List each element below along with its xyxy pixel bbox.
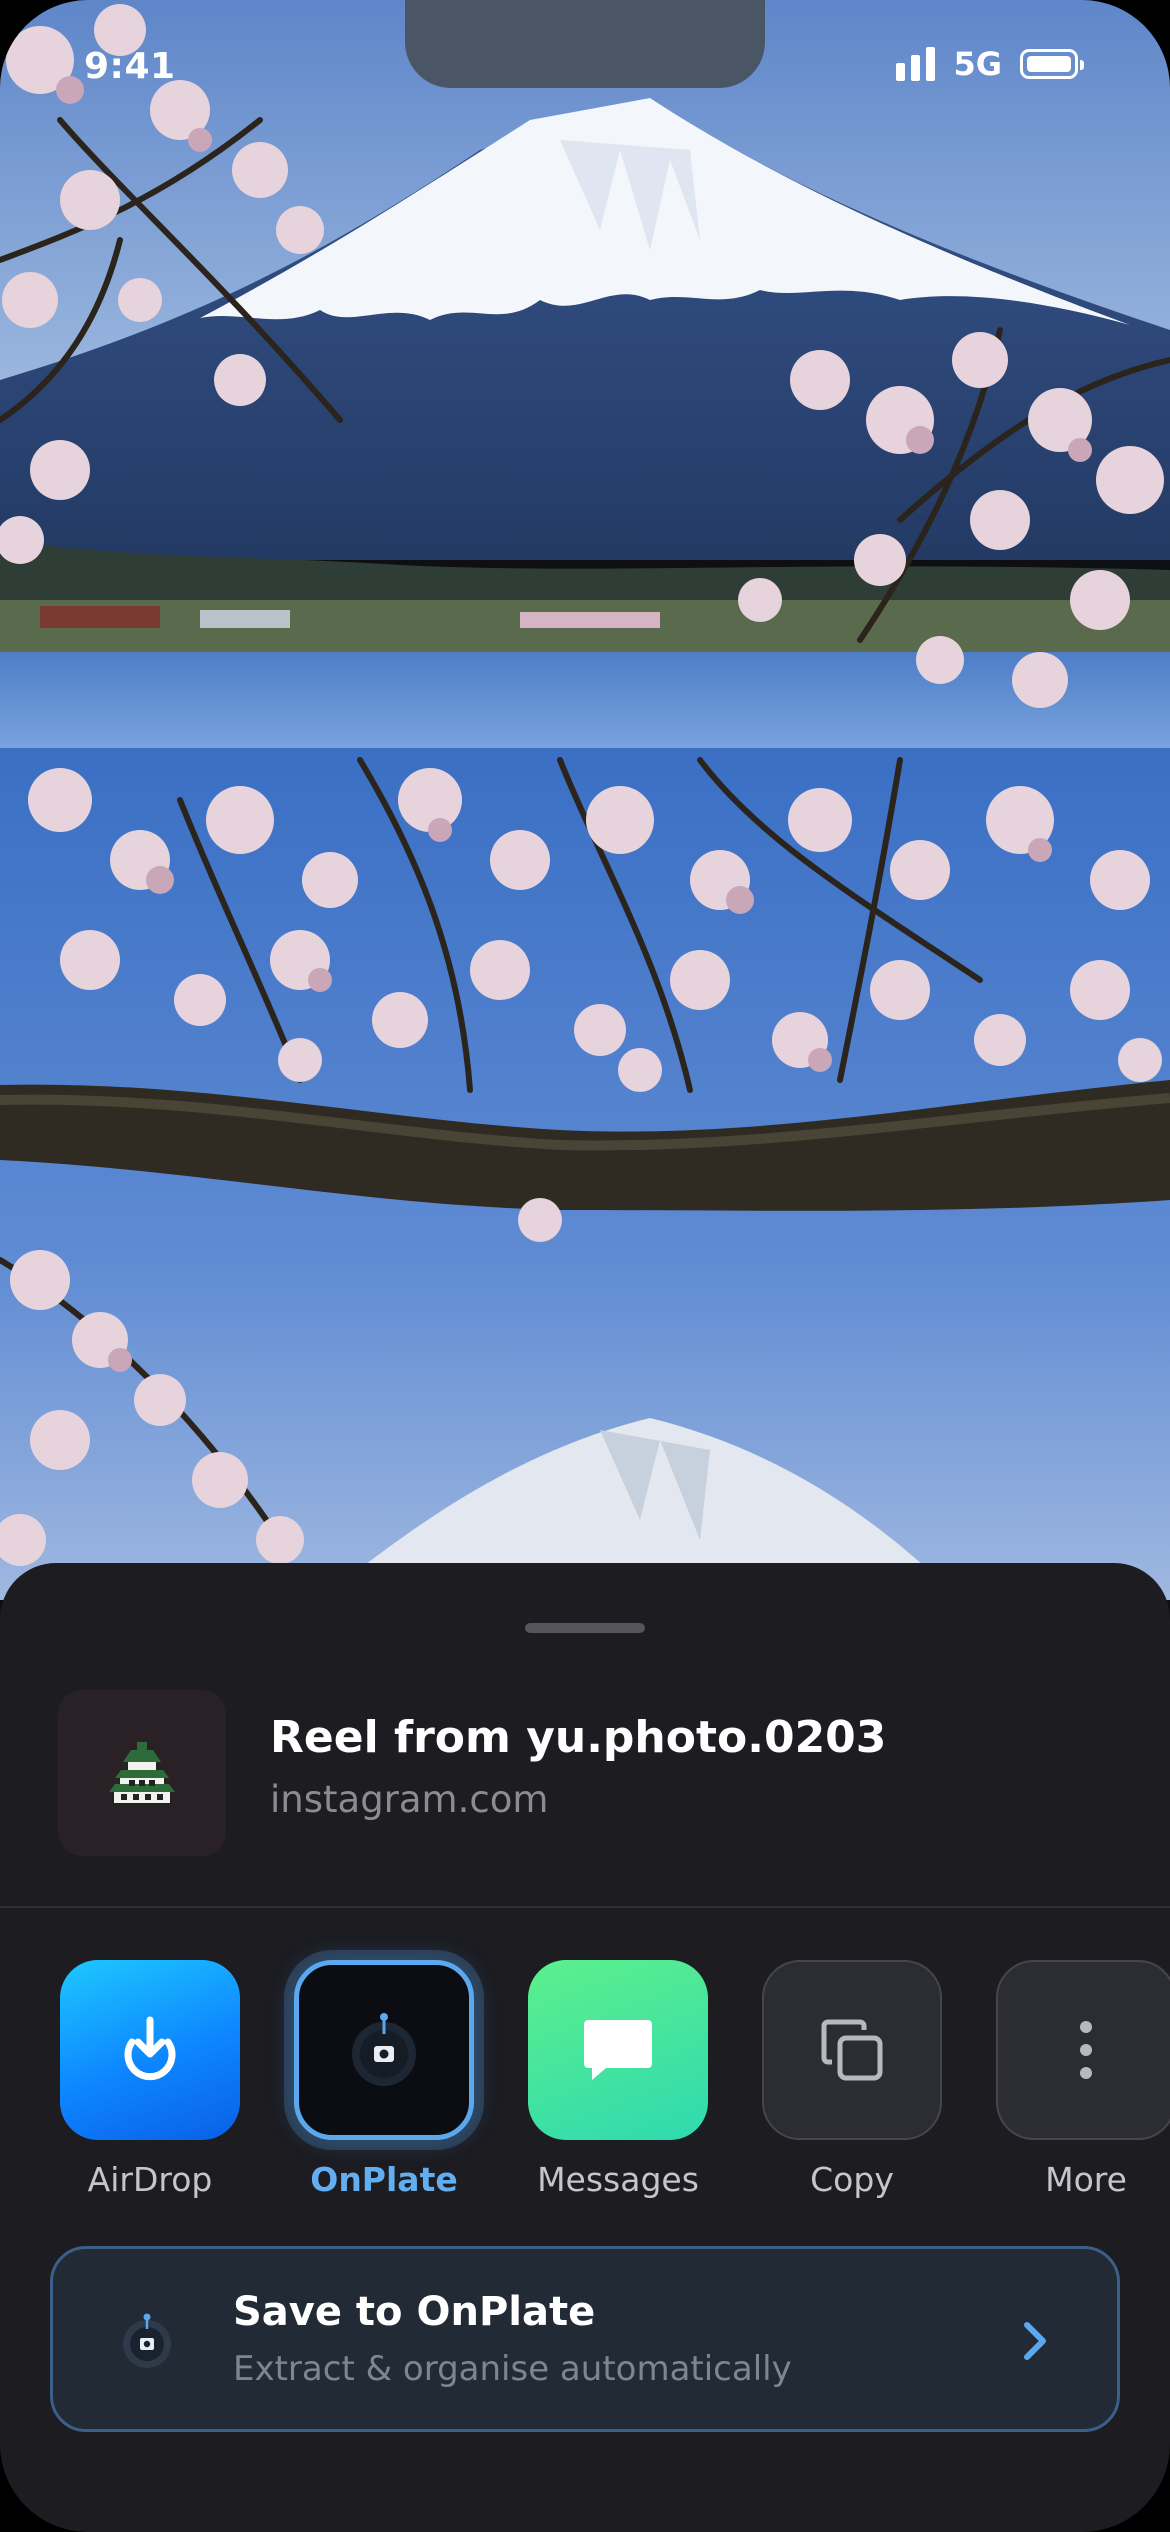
save-to-onplate-button[interactable]: Save to OnPlate Extract & organise autom… (50, 2246, 1120, 2432)
shared-reel-preview (0, 0, 1170, 1600)
share-app-more[interactable]: More (996, 1960, 1170, 2199)
dynamic-island (405, 0, 765, 88)
share-app-row: AirDrop OnPlate Messages Copy More (0, 1960, 1170, 2220)
share-source: instagram.com (270, 1778, 549, 1821)
share-app-airdrop[interactable]: AirDrop (60, 1960, 240, 2199)
copy-icon (821, 2019, 883, 2081)
share-app-messages[interactable]: Messages (528, 1960, 708, 2199)
message-bubble-icon (584, 2020, 652, 2080)
content-thumbnail (58, 1690, 226, 1856)
onplate-icon (352, 2013, 416, 2086)
cellular-signal-icon (896, 47, 936, 81)
app-label-messages: Messages (537, 2160, 699, 2199)
share-app-onplate[interactable]: OnPlate (294, 1960, 474, 2199)
save-title: Save to OnPlate (233, 2289, 596, 2335)
app-label-onplate: OnPlate (310, 2160, 458, 2199)
share-app-copy[interactable]: Copy (762, 1960, 942, 2199)
app-label-more: More (1045, 2160, 1127, 2199)
app-label-airdrop: AirDrop (87, 2160, 213, 2199)
battery-icon (1020, 49, 1084, 79)
status-time: 9:41 (84, 46, 176, 87)
share-sheet: Reel from yu.photo.0203 instagram.com Ai… (0, 1563, 1170, 2532)
app-label-copy: Copy (810, 2160, 894, 2199)
chevron-right-icon (1024, 2322, 1046, 2360)
more-dots-icon (1080, 2021, 1092, 2079)
sheet-grabber[interactable] (525, 1623, 645, 1633)
onplate-icon (123, 2313, 171, 2368)
save-subtitle: Extract & organise automatically (233, 2349, 792, 2389)
airdrop-icon (124, 2016, 176, 2081)
castle-icon (109, 1742, 175, 1805)
share-header: Reel from yu.photo.0203 instagram.com (58, 1690, 1112, 1856)
share-title: Reel from yu.photo.0203 (270, 1712, 887, 1763)
network-type: 5G (953, 45, 1002, 83)
status-icons: 5G (896, 44, 1084, 84)
divider (0, 1906, 1170, 1908)
screen: 9:41 5G Reel from yu.photo.0203 instagra… (0, 0, 1170, 2532)
